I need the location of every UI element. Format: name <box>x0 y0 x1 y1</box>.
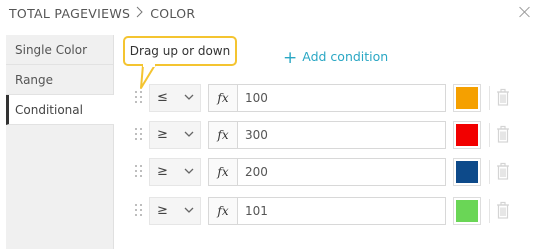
sidebar-item-conditional[interactable]: Conditional <box>6 95 114 125</box>
operator-select[interactable]: ≥ <box>149 197 201 225</box>
breadcrumb-parent[interactable]: TOTAL PAGEVIEWS <box>9 6 130 21</box>
swatch-color <box>456 200 478 222</box>
operator-value: ≤ <box>157 90 168 105</box>
operator-value: ≥ <box>157 127 168 142</box>
formula-button[interactable]: fx <box>208 121 237 149</box>
trash-icon[interactable] <box>489 199 514 223</box>
operator-value: ≥ <box>157 164 168 179</box>
dialog-header: TOTAL PAGEVIEWS COLOR <box>0 0 543 30</box>
chevron-down-icon <box>184 131 194 137</box>
condition-row: ≥ fx 300 <box>133 121 533 149</box>
operator-select[interactable]: ≥ <box>149 158 201 186</box>
color-swatch[interactable] <box>453 158 481 186</box>
breadcrumb-current: COLOR <box>150 6 196 21</box>
swatch-color <box>456 161 478 183</box>
condition-value-input[interactable]: 200 <box>237 158 446 186</box>
operator-select[interactable]: ≥ <box>149 121 201 149</box>
add-condition-button[interactable]: + Add condition <box>283 48 388 68</box>
drag-handle-icon[interactable] <box>135 165 145 179</box>
condition-value-input[interactable]: 100 <box>237 84 446 112</box>
swatch-color <box>456 124 478 146</box>
drag-handle-icon[interactable] <box>135 91 145 105</box>
breadcrumb-separator-icon <box>136 6 143 18</box>
condition-row: ≥ fx 200 <box>133 158 533 186</box>
color-swatch[interactable] <box>453 121 481 149</box>
operator-select[interactable]: ≤ <box>149 84 201 112</box>
formula-button[interactable]: fx <box>208 158 237 186</box>
condition-row: ≤ fx 100 <box>133 84 533 112</box>
color-swatch[interactable] <box>453 197 481 225</box>
close-icon[interactable] <box>517 4 533 20</box>
drag-handle-icon[interactable] <box>135 204 145 218</box>
trash-icon[interactable] <box>489 123 514 147</box>
add-condition-label: Add condition <box>302 49 389 64</box>
drag-tooltip: Drag up or down <box>123 36 237 66</box>
chevron-down-icon <box>184 94 194 100</box>
sidebar-item-single-color[interactable]: Single Color <box>6 35 113 65</box>
chevron-down-icon <box>184 168 194 174</box>
condition-value-input[interactable]: 300 <box>237 121 446 149</box>
drag-handle-icon[interactable] <box>135 128 145 142</box>
condition-value-input[interactable]: 101 <box>237 197 446 225</box>
formula-button[interactable]: fx <box>208 197 237 225</box>
plus-icon: + <box>283 48 298 68</box>
trash-icon[interactable] <box>489 86 514 110</box>
trash-icon[interactable] <box>489 160 514 184</box>
formula-button[interactable]: fx <box>208 84 237 112</box>
condition-row: ≥ fx 101 <box>133 197 533 225</box>
swatch-color <box>456 87 478 109</box>
sidebar-item-range[interactable]: Range <box>6 65 113 95</box>
color-swatch[interactable] <box>453 84 481 112</box>
operator-value: ≥ <box>157 203 168 218</box>
color-mode-sidebar: Single Color Range Conditional <box>6 35 114 249</box>
chevron-down-icon <box>184 207 194 213</box>
breadcrumb: TOTAL PAGEVIEWS COLOR <box>9 6 195 21</box>
